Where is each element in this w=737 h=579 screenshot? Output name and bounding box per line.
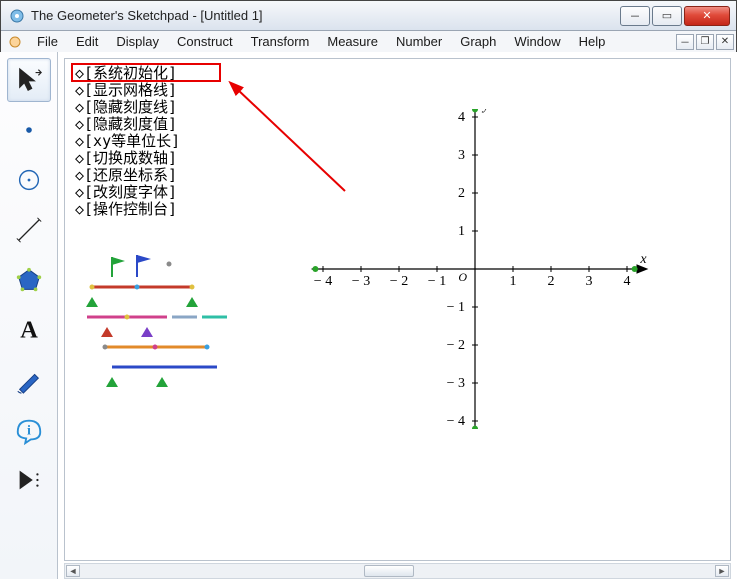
- mdi-controls: － ❐ ✕: [676, 34, 736, 50]
- option-row[interactable]: ◇[还原坐标系]: [75, 167, 180, 184]
- menu-construct[interactable]: Construct: [169, 32, 241, 51]
- point-tool[interactable]: [7, 108, 51, 152]
- window-title: The Geometer's Sketchpad - [Untitled 1]: [31, 8, 618, 23]
- option-row[interactable]: ◇[xy等单位长]: [75, 133, 180, 150]
- scroll-left-button[interactable]: ◄: [66, 565, 80, 577]
- mdi-minimize-button[interactable]: －: [676, 34, 694, 50]
- menu-transform[interactable]: Transform: [243, 32, 318, 51]
- menu-graph[interactable]: Graph: [452, 32, 504, 51]
- menu-display[interactable]: Display: [108, 32, 167, 51]
- svg-text:− 3: − 3: [352, 274, 370, 289]
- svg-text:− 4: − 4: [314, 274, 332, 289]
- svg-text:− 1: − 1: [428, 274, 446, 289]
- svg-text:O: O: [458, 270, 467, 284]
- information-tool[interactable]: i: [7, 408, 51, 452]
- svg-text:1: 1: [458, 224, 465, 239]
- mdi-close-button[interactable]: ✕: [716, 34, 734, 50]
- menu-window[interactable]: Window: [506, 32, 568, 51]
- window-controls: － ▭ ✕: [618, 6, 730, 26]
- horizontal-scrollbar[interactable]: ◄ ►: [64, 563, 731, 579]
- svg-text:− 2: − 2: [390, 274, 408, 289]
- option-row[interactable]: ◇[隐藏刻度值]: [75, 116, 180, 133]
- selection-arrow-tool[interactable]: [7, 58, 51, 102]
- menu-number[interactable]: Number: [388, 32, 450, 51]
- svg-text:3: 3: [458, 148, 465, 163]
- sketch-canvas[interactable]: ◇[系统初始化] ◇[显示网格线] ◇[隐藏刻度线] ◇[隐藏刻度值] ◇[xy…: [64, 58, 731, 561]
- svg-text:y: y: [481, 109, 490, 114]
- options-panel: ◇[系统初始化] ◇[显示网格线] ◇[隐藏刻度线] ◇[隐藏刻度值] ◇[xy…: [75, 65, 180, 218]
- option-row[interactable]: ◇[切换成数轴]: [75, 150, 180, 167]
- menu-measure[interactable]: Measure: [319, 32, 386, 51]
- svg-text:4: 4: [458, 110, 465, 125]
- svg-text:1: 1: [510, 274, 517, 289]
- text-tool[interactable]: A: [7, 308, 51, 352]
- svg-text:− 3: − 3: [447, 376, 465, 391]
- app-icon: [9, 8, 25, 24]
- option-row[interactable]: ◇[显示网格线]: [75, 82, 180, 99]
- geometric-construction: [77, 249, 237, 399]
- option-row[interactable]: ◇[操作控制台]: [75, 201, 180, 218]
- mdi-restore-button[interactable]: ❐: [696, 34, 714, 50]
- straightedge-tool[interactable]: [7, 208, 51, 252]
- marker-tool[interactable]: [7, 358, 51, 402]
- svg-text:3: 3: [586, 274, 593, 289]
- scroll-right-button[interactable]: ►: [715, 565, 729, 577]
- coordinate-axes: − 4 − 3 − 2 − 1 1 2 3 4 4 3 2 1 − 1 − 2 − 3 − 4 Ox y: [275, 109, 685, 429]
- toolbox: A i: [0, 52, 58, 579]
- menu-edit[interactable]: Edit: [68, 32, 106, 51]
- svg-text:− 2: − 2: [447, 338, 465, 353]
- svg-text:2: 2: [458, 186, 465, 201]
- compass-tool[interactable]: [7, 158, 51, 202]
- svg-text:i: i: [27, 423, 31, 439]
- menu-file[interactable]: File: [29, 32, 66, 51]
- custom-tool[interactable]: [7, 458, 51, 502]
- svg-text:4: 4: [624, 274, 631, 289]
- option-row[interactable]: ◇[隐藏刻度线]: [75, 99, 180, 116]
- window-maximize-button[interactable]: ▭: [652, 6, 682, 26]
- svg-text:2: 2: [548, 274, 555, 289]
- sketch-area: ◇[系统初始化] ◇[显示网格线] ◇[隐藏刻度线] ◇[隐藏刻度值] ◇[xy…: [58, 52, 737, 579]
- window-titlebar: The Geometer's Sketchpad - [Untitled 1] …: [1, 1, 736, 31]
- svg-text:x: x: [639, 252, 647, 267]
- svg-text:− 1: − 1: [447, 300, 465, 315]
- scroll-thumb[interactable]: [364, 565, 414, 577]
- option-row[interactable]: ◇[改刻度字体]: [75, 184, 180, 201]
- menubar: File Edit Display Construct Transform Me…: [1, 31, 736, 53]
- polygon-tool[interactable]: [7, 258, 51, 302]
- svg-text:A: A: [20, 317, 38, 344]
- window-close-button[interactable]: ✕: [684, 6, 730, 26]
- option-row[interactable]: ◇[系统初始化]: [75, 65, 180, 82]
- document-icon: [7, 34, 23, 50]
- workspace: A i ◇[系统初始化] ◇[显示网格线] ◇[隐藏刻度线] ◇[隐藏刻度值] …: [0, 52, 737, 579]
- svg-text:− 4: − 4: [447, 414, 465, 429]
- menu-help[interactable]: Help: [571, 32, 614, 51]
- window-minimize-button[interactable]: －: [620, 6, 650, 26]
